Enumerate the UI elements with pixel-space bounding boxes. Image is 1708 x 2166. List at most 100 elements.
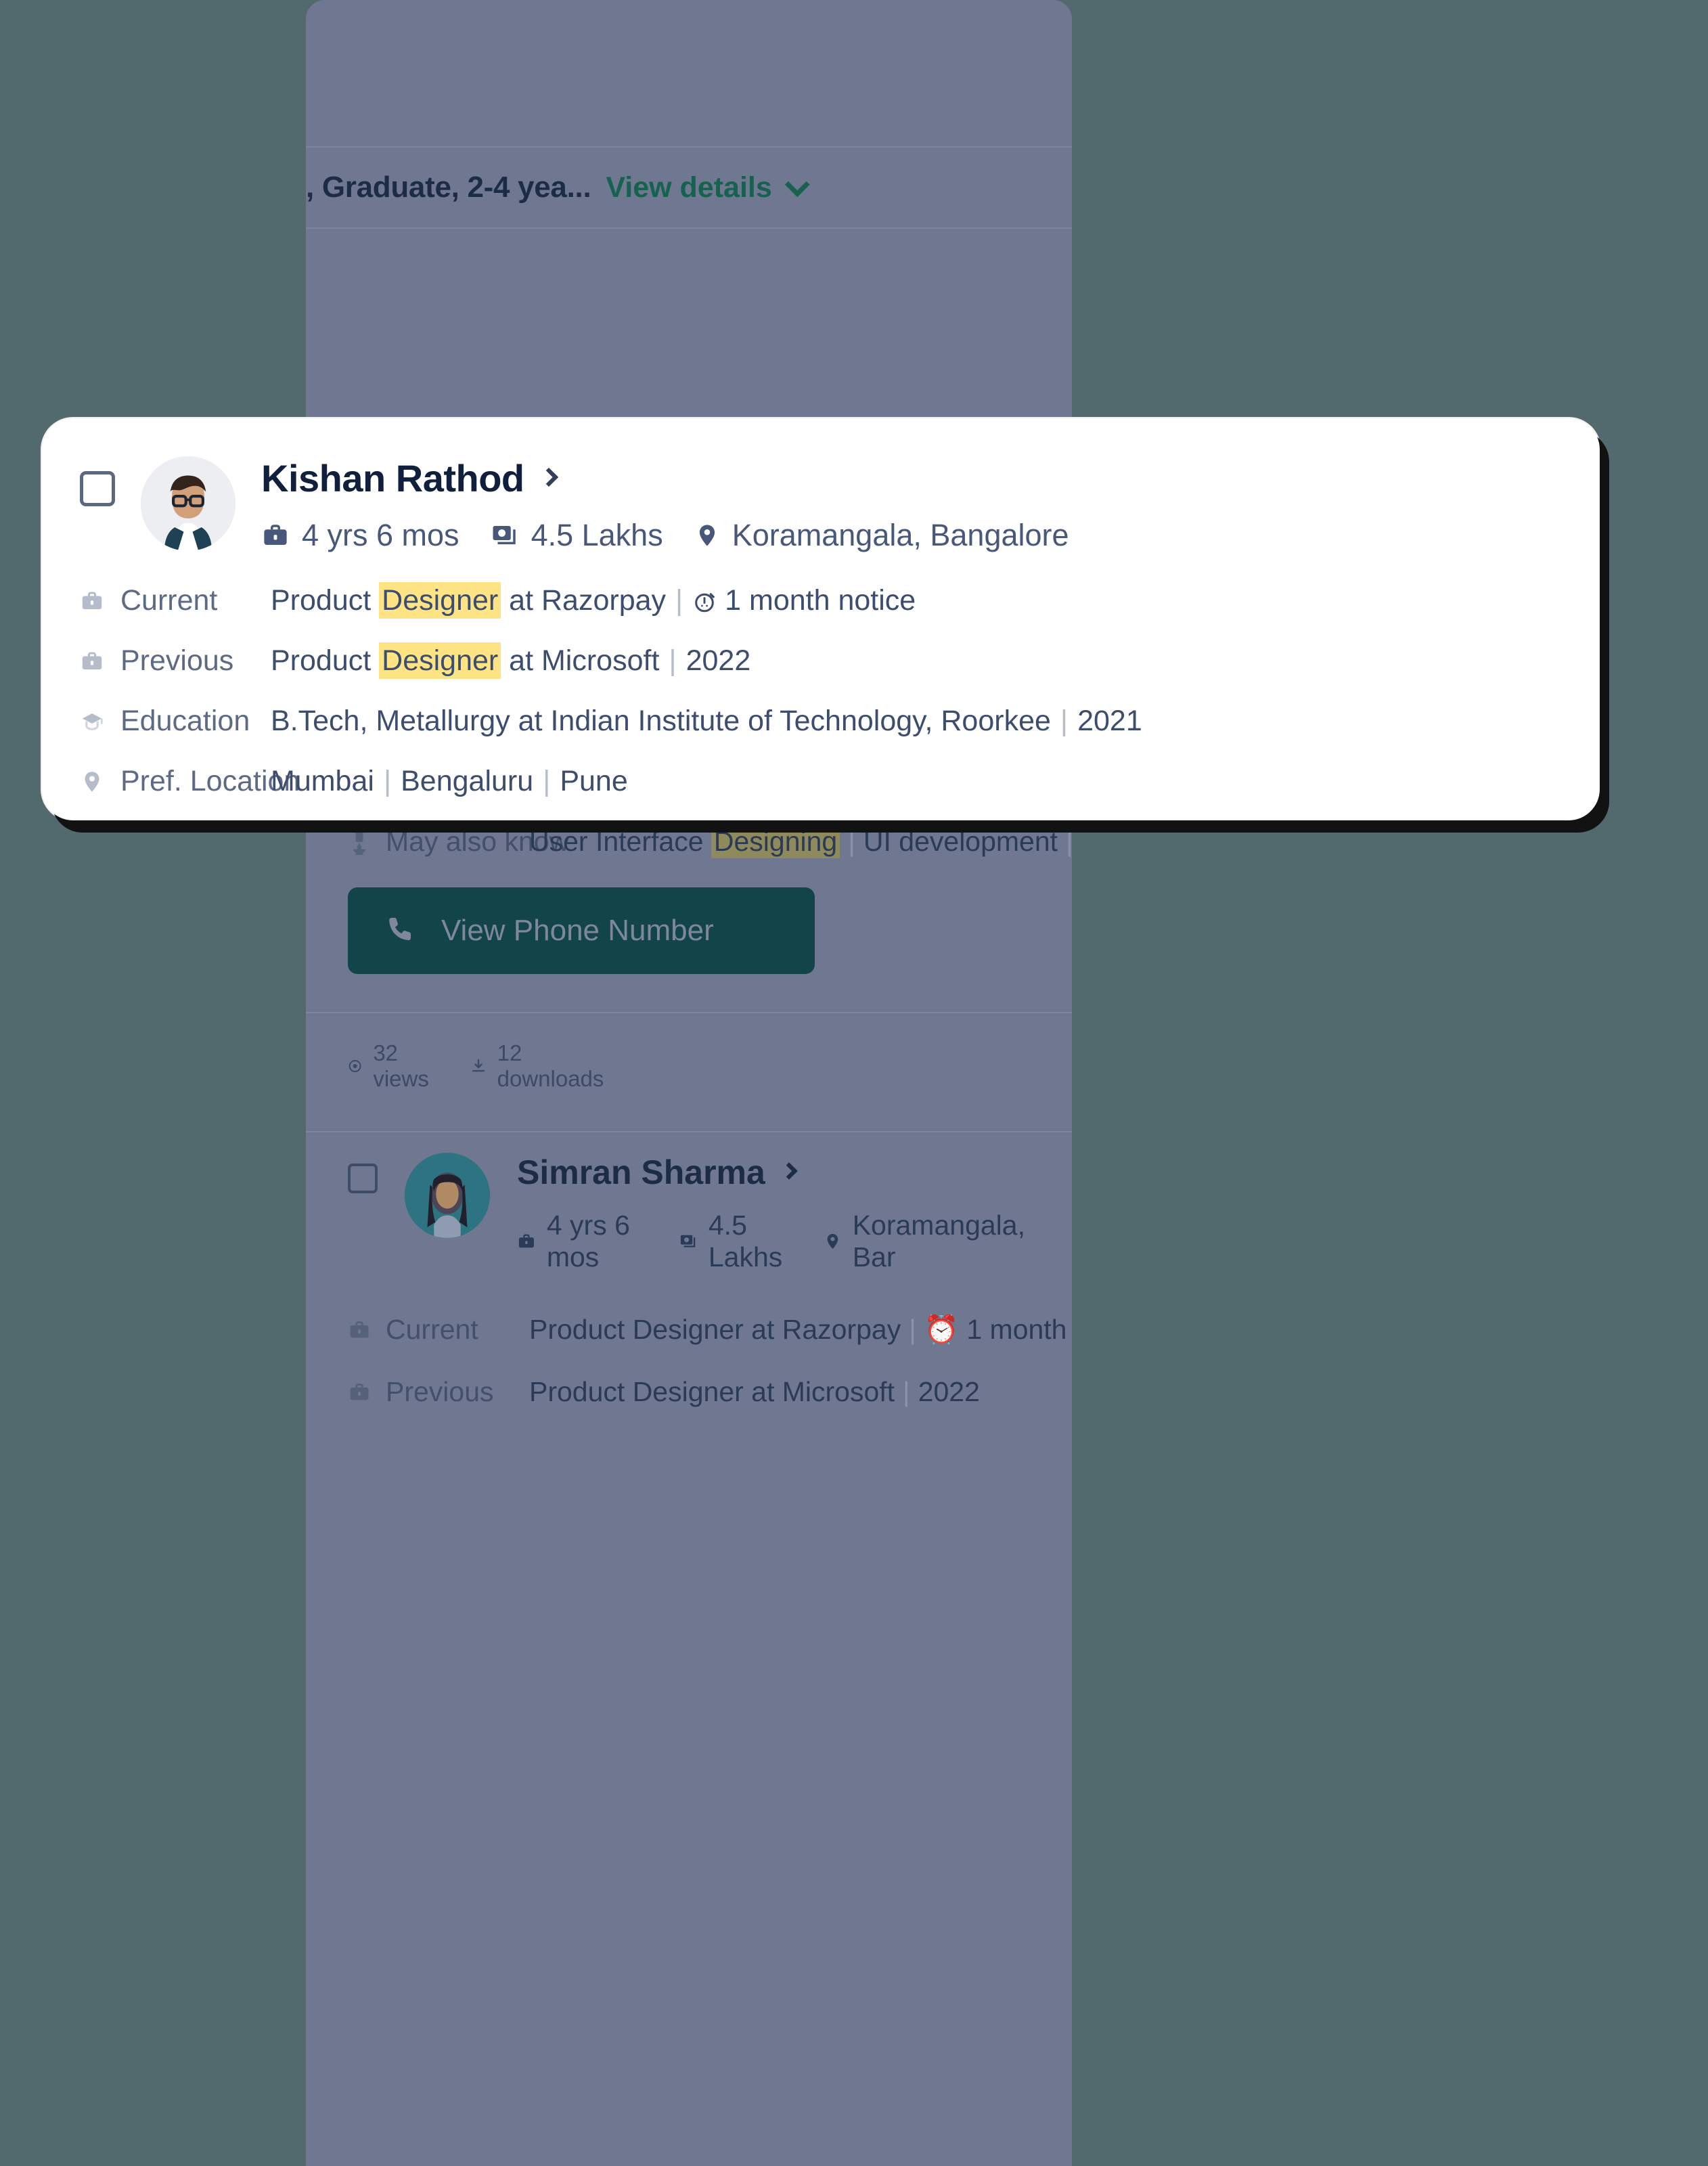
- money-icon: [493, 526, 516, 545]
- separator: |: [903, 1376, 910, 1407]
- candidate-meta: 4 yrs 6 mos 4.5 Lakhs: [261, 518, 1069, 553]
- previous-label: Previous: [120, 644, 234, 677]
- eye-icon: [349, 1060, 361, 1072]
- previous-year: 2022: [686, 644, 751, 677]
- location-chip: Pune: [560, 765, 628, 797]
- checkbox-unchecked-icon[interactable]: [348, 1164, 378, 1193]
- job-title-highlight: Designer: [379, 642, 501, 679]
- money-icon: [681, 1235, 696, 1247]
- avatar-kishan-rathod: [141, 456, 235, 551]
- education-label-group: Education: [80, 705, 271, 738]
- separator: |: [543, 765, 551, 797]
- previous-row: Previous Product Designer at Microsoft | 2…: [348, 1376, 1030, 1408]
- filter-summary-row: , Graduate, 2-4 yea... View details: [306, 148, 1072, 227]
- preferred-location-label-group: Pref. Location: [80, 765, 300, 798]
- current-label: Current: [120, 584, 218, 617]
- current-label-group: Current: [80, 584, 271, 617]
- downloads-label: 12 downloads: [497, 1040, 604, 1091]
- separator: |: [909, 1314, 916, 1345]
- education-degree-text: B.Tech, Metallurgy at Indian Institute o…: [271, 705, 1051, 737]
- may-also-know-value: User Interface Designing | UI development |: [529, 824, 1072, 858]
- known-chip: User Interface: [529, 826, 711, 857]
- separator: |: [1066, 826, 1072, 857]
- job-title-highlight: Designer: [379, 582, 501, 619]
- background-stats-bar: 32 views 12 downloads C: [306, 1013, 1072, 1131]
- previous-label: Previous: [386, 1376, 494, 1407]
- previous-year: 2022: [918, 1376, 980, 1407]
- previous-label-group: Previous: [348, 1376, 529, 1408]
- chevron-right-icon[interactable]: [539, 467, 558, 487]
- previous-label-group: Previous: [80, 644, 271, 678]
- map-pin-icon: [699, 525, 715, 546]
- location-chip: Mumbai: [271, 765, 374, 797]
- salary-text: 4.5 Lakhs: [531, 518, 663, 552]
- chevron-right-icon[interactable]: [780, 1162, 798, 1180]
- notice-period-text: 1 month notice: [725, 584, 916, 617]
- current-row: Current Product Designer at Razorpay | ⏰ 1…: [348, 1314, 1072, 1346]
- previous-value-text: Product Designer at Microsoft: [529, 1376, 895, 1407]
- company-text: at Razorpay: [501, 584, 667, 617]
- salary-text: 4.5 Lakhs: [708, 1210, 783, 1273]
- location-chip: Bengaluru: [401, 765, 534, 797]
- job-title-prefix: Product: [271, 644, 380, 677]
- known-chip-highlight: Designing: [711, 824, 840, 858]
- phone-icon: [389, 918, 411, 941]
- modal-header: Kishan Rathod 4 yrs 6 mos 4.5 Lakhs Kora…: [80, 456, 1558, 553]
- view-phone-number-label: View Phone Number: [441, 914, 714, 947]
- previous-value: Product Designer at Microsoft | 2022: [529, 1376, 980, 1408]
- views-stat: 32 views: [348, 1040, 435, 1092]
- experience-text: 4 yrs 6 mos: [546, 1210, 630, 1273]
- current-label: Current: [386, 1314, 478, 1345]
- known-chip: UI development: [863, 826, 1058, 857]
- previous-row: Previous Product Designer at Microsoft | 2…: [80, 642, 1558, 679]
- graduation-cap-icon: [82, 713, 103, 730]
- salary-meta: 4.5 Lakhs: [679, 1210, 796, 1273]
- map-pin-icon: [827, 1233, 838, 1250]
- medal-icon: [352, 829, 367, 855]
- avatar: [141, 456, 235, 551]
- experience-text: 4 yrs 6 mos: [302, 518, 459, 552]
- candidate-name[interactable]: Simran Sharma: [517, 1153, 1030, 1192]
- briefcase-icon: [518, 1234, 534, 1248]
- education-label: Education: [120, 705, 250, 737]
- downloads-stat: 12 downloads: [470, 1040, 608, 1092]
- candidate-name[interactable]: Kishan Rathod: [261, 456, 1069, 500]
- notice-period-icon: [695, 593, 715, 613]
- preferred-location-row: Pref. Location Mumbai | Bengaluru | Pune: [80, 765, 1558, 798]
- checkbox-unchecked-icon[interactable]: [80, 471, 115, 506]
- location-meta: Koramangala, Bar: [824, 1210, 1030, 1273]
- location-text: Koramangala, Bar: [852, 1210, 1025, 1273]
- experience-meta: 4 yrs 6 mos: [517, 1210, 652, 1273]
- map-pin-icon: [85, 771, 99, 792]
- views-label: 32 views: [373, 1040, 429, 1091]
- may-also-know-row: May also know User Interface Designing | U…: [348, 824, 1072, 858]
- current-value: Product Designer at Razorpay | ⏰ 1 month n: [529, 1314, 1072, 1346]
- avatar: [405, 1153, 490, 1238]
- education-value: B.Tech, Metallurgy at Indian Institute o…: [271, 705, 1142, 738]
- candidate-name-text: Kishan Rathod: [261, 457, 524, 500]
- separator: |: [669, 644, 677, 677]
- candidate-meta: 4 yrs 6 mos 4.5 Lakhs: [517, 1210, 1030, 1273]
- briefcase-icon: [350, 1321, 369, 1338]
- preferred-location-value: Mumbai | Bengaluru | Pune: [271, 765, 628, 798]
- salary-meta: 4.5 Lakhs: [491, 518, 663, 553]
- current-value-text: Product Designer at Razorpay: [529, 1314, 901, 1345]
- background-next-candidate-card: Simran Sharma 4 yrs 6 mos 4.5 Lakhs Kora…: [306, 1132, 1072, 1408]
- chevron-down-icon[interactable]: [784, 172, 810, 198]
- view-details-link[interactable]: View details: [606, 171, 771, 204]
- briefcase-icon: [82, 652, 102, 669]
- avatar-simran-sharma: [405, 1153, 490, 1238]
- briefcase-icon: [264, 525, 287, 545]
- location-text: Koramangala, Bangalore: [732, 518, 1069, 552]
- separator: |: [675, 584, 683, 617]
- candidate-detail-modal: Kishan Rathod 4 yrs 6 mos 4.5 Lakhs Kora…: [42, 418, 1600, 820]
- briefcase-icon: [350, 1383, 369, 1400]
- current-row: Current Product Designer at Razorpay | 1 …: [80, 582, 1558, 619]
- education-year: 2021: [1077, 705, 1142, 737]
- filter-summary-text: , Graduate, 2-4 yea...: [306, 171, 591, 204]
- candidate-name-text: Simran Sharma: [517, 1153, 765, 1191]
- current-value: Product Designer at Razorpay | 1 month no…: [271, 582, 916, 619]
- separator: |: [1060, 705, 1069, 737]
- view-phone-number-button[interactable]: View Phone Number: [348, 887, 815, 974]
- current-label-group: Current: [348, 1314, 529, 1346]
